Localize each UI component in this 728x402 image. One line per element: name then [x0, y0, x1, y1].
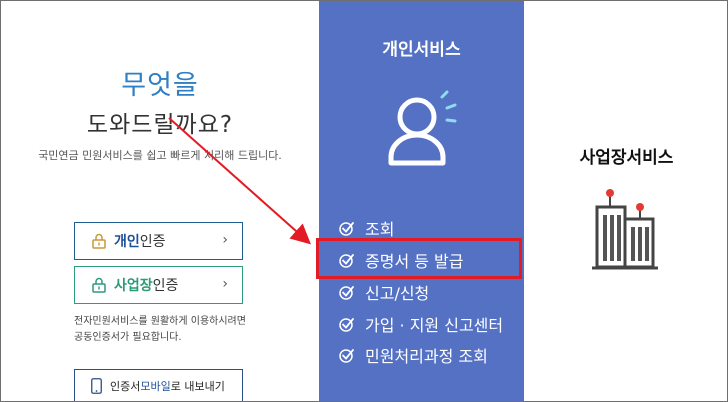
chevron-right-icon: ›	[222, 276, 228, 292]
personal-services-panel: 개인서비스 조회 증명서 등 발급 신고/신청 가입 · 지원 신고센터 민원처…	[319, 1, 524, 401]
service-label: 신고/신청	[365, 284, 430, 303]
mobile-suffix: 로 내보내기	[170, 380, 225, 393]
business-services-title[interactable]: 사업장서비스	[524, 143, 727, 168]
service-label: 조회	[365, 220, 395, 239]
lock-icon	[92, 277, 106, 293]
highlight-box	[316, 238, 522, 279]
auth-note-line1: 전자민원서비스를 원활하게 이용하시려면	[74, 316, 246, 327]
lock-icon	[92, 233, 106, 249]
phone-icon	[91, 378, 102, 394]
auth-note-line2: 공동인증서가 필요합니다.	[74, 332, 182, 343]
service-item-process-status[interactable]: 민원처리과정 조회	[339, 343, 488, 367]
service-label: 가입 · 지원 신고센터	[365, 316, 504, 335]
check-circle-icon	[339, 318, 354, 332]
business-auth-strong: 사업장	[114, 278, 153, 294]
service-item-report[interactable]: 신고/신청	[339, 280, 429, 304]
check-circle-icon	[339, 222, 354, 236]
check-circle-icon	[339, 349, 354, 363]
mobile-highlight: 모바일	[140, 380, 171, 393]
export-to-mobile-button[interactable]: 인증서 모바일 로 내보내기	[74, 369, 243, 401]
personal-auth-strong: 개인	[114, 234, 140, 250]
personal-services-title: 개인서비스	[382, 40, 461, 60]
service-item-inquiry[interactable]: 조회	[339, 216, 394, 240]
main-frame: 무엇을 도와드릴까요? 국민연금 민원서비스를 쉽고 빠르게 처리해 드립니다.…	[0, 0, 728, 402]
personal-auth-label: 인증	[139, 234, 166, 250]
mobile-prefix: 인증서	[110, 380, 141, 393]
business-auth-label: 인증	[152, 278, 179, 294]
service-item-enrollment-support[interactable]: 가입 · 지원 신고센터	[339, 312, 503, 336]
help-description: 국민연금 민원서비스를 쉽고 빠르게 처리해 드립니다.	[38, 149, 282, 162]
building-icon	[592, 189, 658, 270]
auth-note: 전자민원서비스를 원활하게 이용하시려면 공동인증서가 필요합니다.	[74, 314, 274, 346]
personal-auth-button[interactable]: 개인 인증 ›	[74, 222, 243, 260]
service-label: 민원처리과정 조회	[365, 347, 488, 366]
help-title: 무엇을	[121, 70, 199, 101]
business-auth-button[interactable]: 사업장 인증 ›	[74, 266, 243, 304]
person-icon	[388, 90, 457, 166]
help-subtitle: 도와드릴까요?	[86, 112, 234, 138]
chevron-right-icon: ›	[222, 232, 228, 248]
check-circle-icon	[339, 286, 354, 300]
